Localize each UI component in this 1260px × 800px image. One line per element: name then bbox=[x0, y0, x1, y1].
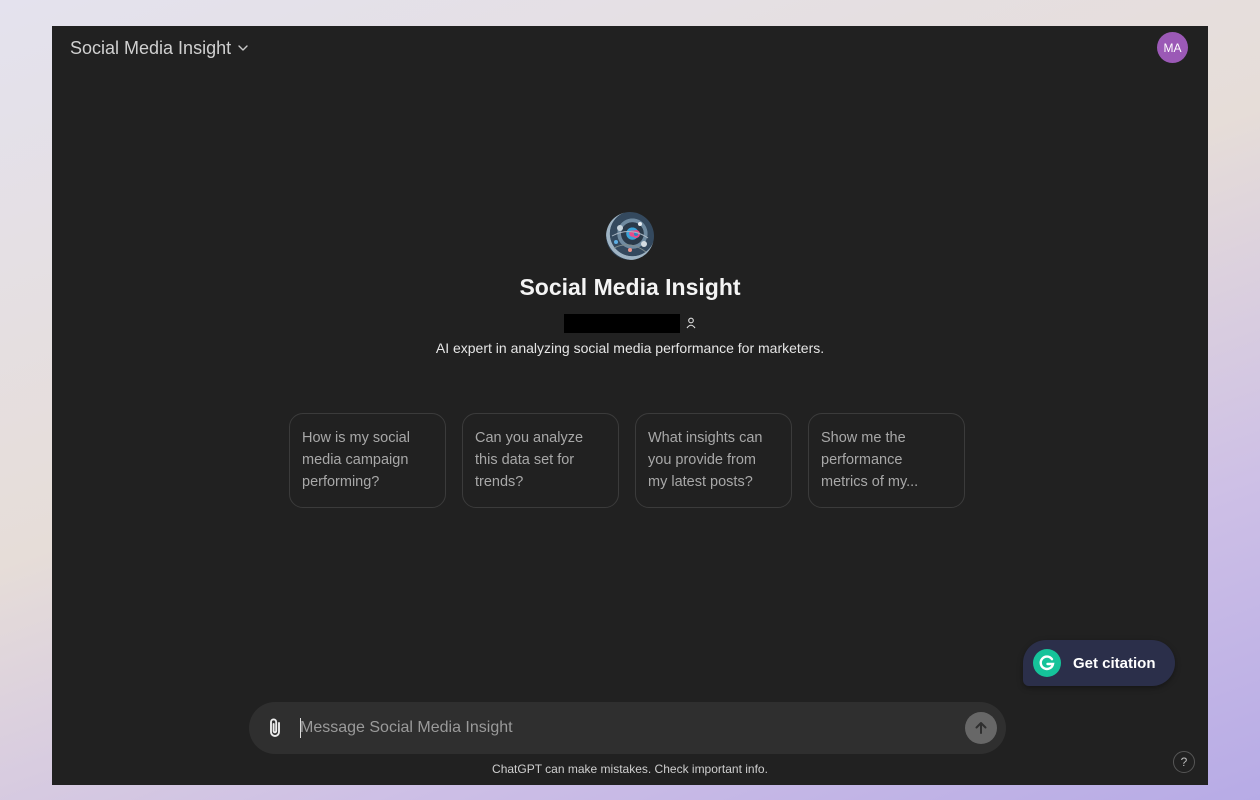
user-avatar[interactable]: MA bbox=[1157, 32, 1188, 63]
person-icon bbox=[686, 317, 696, 329]
author-row bbox=[564, 313, 696, 333]
gpt-intro: Social Media Insight AI expert in analyz… bbox=[52, 212, 1208, 356]
get-citation-label: Get citation bbox=[1073, 654, 1156, 672]
chat-window: Social Media Insight MA Social Media Ins… bbox=[52, 26, 1208, 785]
starter-card[interactable]: Can you analyze this data set for trends… bbox=[462, 413, 619, 508]
arrow-up-icon bbox=[973, 720, 989, 736]
gpt-logo bbox=[606, 212, 654, 260]
top-bar: Social Media Insight MA bbox=[52, 26, 1208, 70]
message-input[interactable] bbox=[300, 702, 950, 754]
conversation-starters: How is my social media campaign performi… bbox=[289, 413, 965, 508]
message-composer bbox=[249, 702, 1006, 754]
starter-card[interactable]: What insights can you provide from my la… bbox=[635, 413, 792, 508]
gpt-description: AI expert in analyzing social media perf… bbox=[435, 340, 825, 356]
paperclip-icon[interactable] bbox=[265, 716, 287, 740]
author-name-redacted bbox=[564, 313, 680, 333]
starter-card[interactable]: Show me the performance metrics of my... bbox=[808, 413, 965, 508]
starter-card[interactable]: How is my social media campaign performi… bbox=[289, 413, 446, 508]
get-citation-button[interactable]: Get citation bbox=[1023, 640, 1175, 686]
disclaimer-text: ChatGPT can make mistakes. Check importa… bbox=[492, 762, 768, 776]
gpt-title: Social Media Insight bbox=[519, 274, 741, 300]
gpt-switcher-label: Social Media Insight bbox=[70, 37, 232, 58]
grammarly-icon bbox=[1033, 649, 1061, 677]
send-button[interactable] bbox=[965, 712, 997, 744]
chevron-down-icon bbox=[237, 42, 249, 54]
help-button[interactable]: ? bbox=[1173, 751, 1195, 773]
gpt-switcher[interactable]: Social Media Insight bbox=[64, 35, 255, 61]
